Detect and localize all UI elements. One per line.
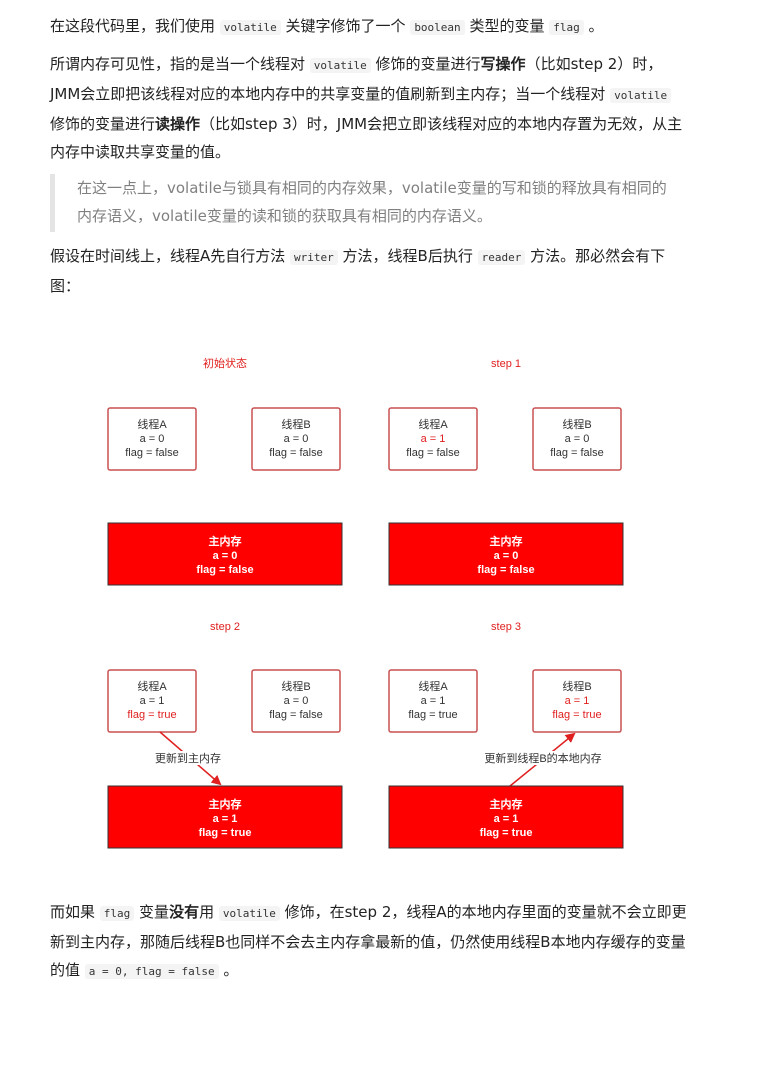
thread-name: 线程A bbox=[418, 417, 448, 431]
var-flag: flag = false bbox=[477, 564, 534, 576]
var-a: a = 0 bbox=[213, 550, 238, 562]
var-a: a = 0 bbox=[494, 550, 519, 562]
memory-name: 主内存 bbox=[209, 797, 242, 811]
thread-a-box: 线程A a = 1 flag = true bbox=[388, 669, 478, 733]
panel-title: step 2 bbox=[210, 621, 240, 633]
var-flag: flag = true bbox=[408, 709, 457, 721]
main-memory-box: 主内存 a = 1 flag = true bbox=[107, 785, 343, 849]
panel-initial: 初始状态 线程A a = 0 flag = false 线程B a = 0 fl… bbox=[107, 356, 343, 586]
panel-title: 初始状态 bbox=[203, 356, 247, 370]
thread-b-box: 线程B a = 0 flag = false bbox=[251, 407, 341, 471]
thread-name: 线程B bbox=[562, 679, 591, 693]
var-flag: flag = false bbox=[269, 709, 323, 721]
inline-code: flag bbox=[99, 906, 135, 921]
panel-step-1: step 1 线程A a = 1 flag = false 线程B a = 0 … bbox=[388, 358, 624, 586]
inline-code: volatile bbox=[218, 906, 280, 921]
panel-title: step 1 bbox=[491, 358, 521, 370]
panel-step-3: step 3 线程A a = 1 flag = true 线程B a = 1 f… bbox=[388, 621, 624, 849]
text: 变量 bbox=[134, 903, 170, 921]
panel-step-2: step 2 线程A a = 1 flag = true 线程B a = 0 f… bbox=[107, 621, 343, 849]
thread-b-box: 线程B a = 0 flag = false bbox=[251, 669, 341, 733]
panel-title: step 3 bbox=[491, 621, 521, 633]
thread-b-box: 线程B a = 1 flag = true bbox=[532, 669, 622, 733]
thread-a-box: 线程A a = 1 flag = false bbox=[388, 407, 478, 471]
var-flag: flag = false bbox=[550, 447, 604, 459]
thread-name: 线程A bbox=[418, 679, 448, 693]
thread-a-box: 线程A a = 1 flag = true bbox=[107, 669, 197, 733]
conclusion-paragraph: 而如果 flag 变量没有用 volatile 修饰，在step 2，线程A的本… bbox=[50, 898, 690, 986]
var-a: a = 0 bbox=[284, 433, 309, 445]
var-flag: flag = true bbox=[127, 709, 176, 721]
var-a: a = 0 bbox=[565, 433, 590, 445]
var-a: a = 1 bbox=[494, 813, 519, 825]
text: 用 bbox=[199, 903, 219, 921]
arrow-label: 更新到线程B的本地内存 bbox=[484, 751, 601, 765]
text: 。 bbox=[218, 961, 239, 979]
thread-name: 线程A bbox=[137, 417, 167, 431]
var-flag: flag = false bbox=[196, 564, 253, 576]
var-a: a = 1 bbox=[421, 433, 446, 445]
thread-a-box: 线程A a = 0 flag = false bbox=[107, 407, 197, 471]
text: 而如果 bbox=[50, 903, 100, 921]
var-a: a = 1 bbox=[213, 813, 238, 825]
thread-name: 线程B bbox=[281, 417, 310, 431]
var-a: a = 0 bbox=[284, 695, 309, 707]
thread-name: 线程B bbox=[562, 417, 591, 431]
var-flag: flag = true bbox=[480, 827, 533, 839]
inline-code: a = 0, flag = false bbox=[84, 964, 219, 979]
var-a: a = 1 bbox=[421, 695, 446, 707]
var-flag: flag = true bbox=[552, 709, 601, 721]
main-memory-box: 主内存 a = 0 flag = false bbox=[107, 522, 343, 586]
var-flag: flag = true bbox=[199, 827, 252, 839]
memory-name: 主内存 bbox=[490, 797, 523, 811]
article: 在这段代码里，我们使用 volatile 关键字修饰了一个 boolean 类型… bbox=[0, 0, 776, 1088]
var-a: a = 0 bbox=[140, 433, 165, 445]
bold-text: 没有 bbox=[169, 903, 200, 921]
memory-name: 主内存 bbox=[209, 534, 242, 548]
main-memory-box: 主内存 a = 1 flag = true bbox=[388, 785, 624, 849]
memory-name: 主内存 bbox=[490, 534, 523, 548]
thread-name: 线程B bbox=[281, 679, 310, 693]
arrow-label: 更新到主内存 bbox=[155, 751, 221, 765]
thread-b-box: 线程B a = 0 flag = false bbox=[532, 407, 622, 471]
thread-name: 线程A bbox=[137, 679, 167, 693]
main-memory-box: 主内存 a = 0 flag = false bbox=[388, 522, 624, 586]
var-flag: flag = false bbox=[125, 447, 179, 459]
var-a: a = 1 bbox=[565, 695, 590, 707]
var-a: a = 1 bbox=[140, 695, 165, 707]
var-flag: flag = false bbox=[406, 447, 460, 459]
var-flag: flag = false bbox=[269, 447, 323, 459]
